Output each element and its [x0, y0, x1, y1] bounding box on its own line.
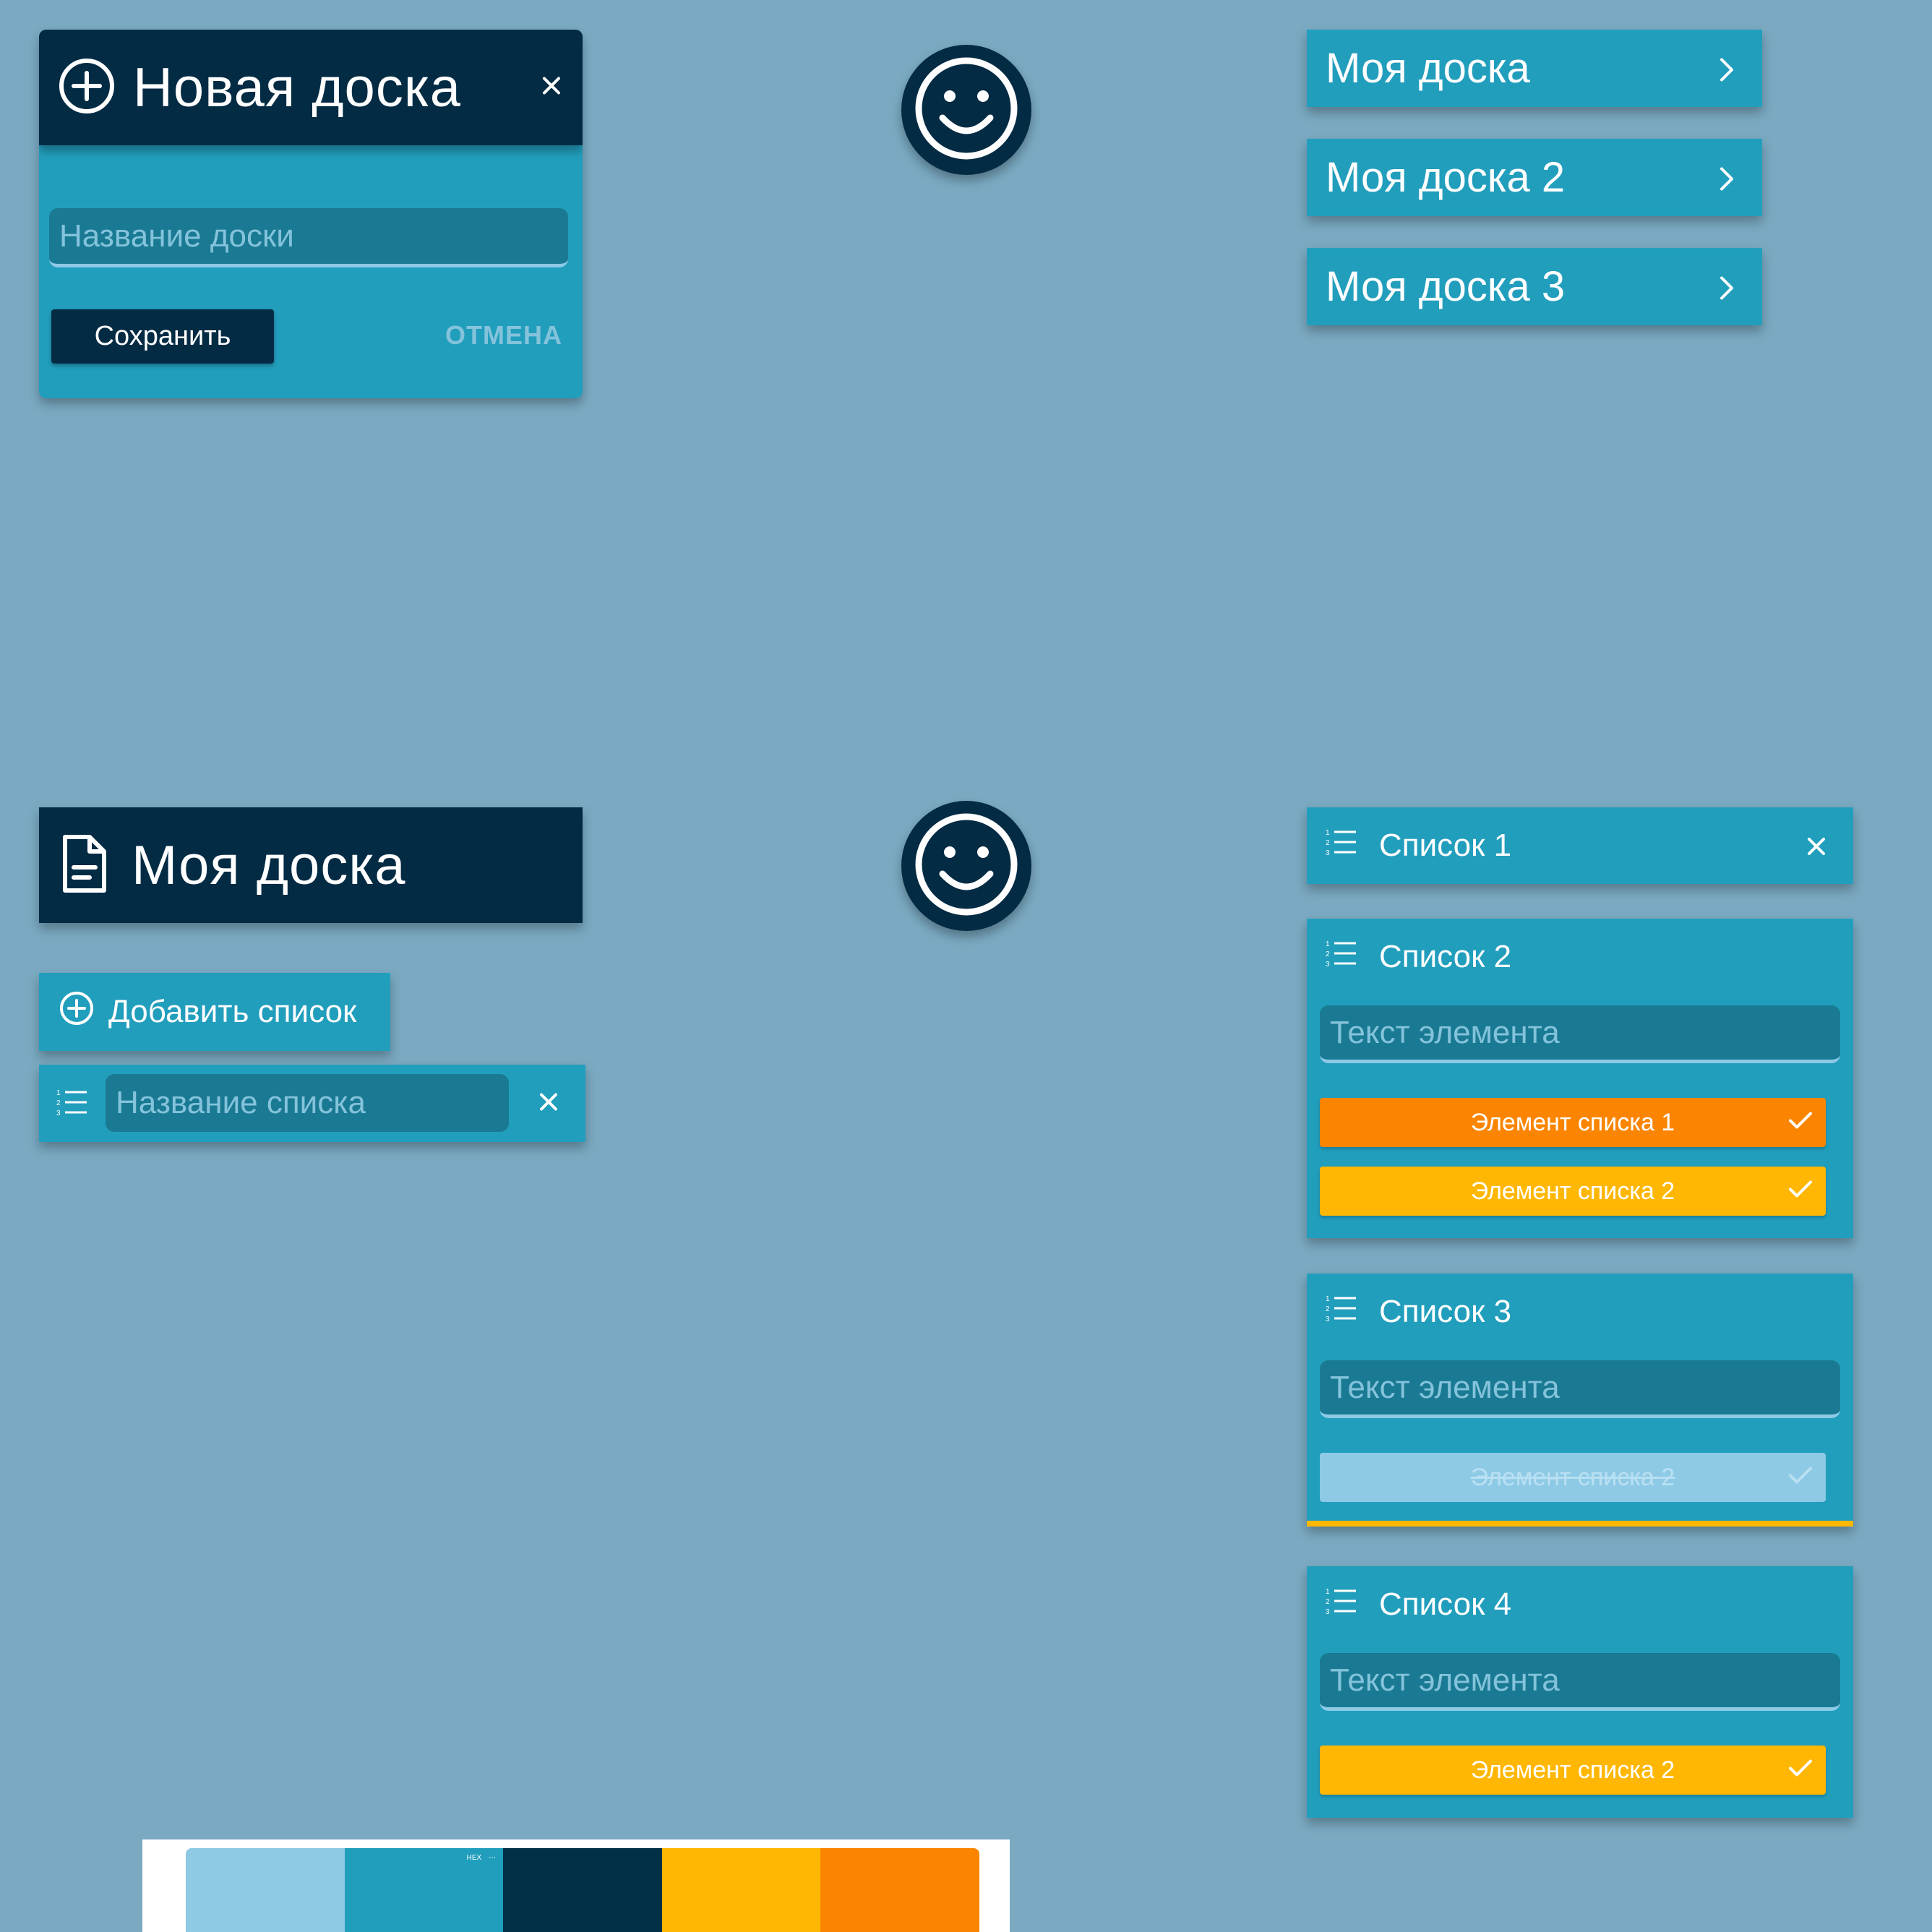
new-list-row: 1 2 3 Название списка [39, 1065, 585, 1142]
svg-text:3: 3 [1326, 849, 1330, 856]
svg-text:1: 1 [1326, 829, 1330, 837]
palette-swatch[interactable] [186, 1848, 345, 1932]
svg-text:2: 2 [1326, 839, 1330, 847]
check-icon[interactable] [1788, 1464, 1813, 1492]
svg-text:3: 3 [1326, 1608, 1330, 1615]
plus-circle-icon [59, 991, 94, 1034]
save-button[interactable]: Сохранить [51, 309, 274, 364]
chevron-right-icon [1719, 262, 1735, 311]
chevron-right-icon [1719, 44, 1735, 93]
list-item[interactable]: Элемент списка 2 [1320, 1167, 1826, 1216]
plus-circle-icon [58, 57, 116, 119]
list-item-text: Элемент списка 1 [1470, 1108, 1675, 1136]
list-item-text: Элемент списка 2 [1470, 1177, 1675, 1205]
list-card: 1 2 3 Список 4 Текст элемента Элемент спис… [1307, 1566, 1853, 1818]
item-text-input[interactable]: Текст элемента [1320, 1005, 1840, 1063]
new-board-dialog: Новая доска Название доски Сохранить ОТМ… [39, 30, 583, 398]
numbered-list-icon: 1 2 3 [1326, 1294, 1357, 1331]
board-list-item-label: Моя доска 2 [1326, 154, 1566, 201]
palette-swatches: HEX ⋯ [186, 1848, 979, 1932]
list-item-text: Элемент списка 2 [1470, 1756, 1675, 1784]
board-list-item[interactable]: Моя доска 3 [1307, 248, 1762, 325]
board-list-item[interactable]: Моя доска [1307, 30, 1762, 107]
board-name-input[interactable]: Название доски [49, 208, 568, 267]
list-card: 1 2 3 Список 1 [1307, 807, 1853, 884]
list-item-text: Элемент списка 2 [1470, 1463, 1675, 1491]
palette-swatch[interactable] [820, 1848, 979, 1932]
numbered-list-icon: 1 2 3 [1326, 1587, 1357, 1623]
svg-text:1: 1 [56, 1089, 61, 1097]
add-list-button[interactable]: Добавить список [39, 973, 390, 1051]
check-icon[interactable] [1788, 1756, 1813, 1785]
document-icon [61, 834, 108, 897]
list-title: Список 2 [1379, 939, 1512, 974]
board-header: Моя доска [39, 807, 583, 923]
list-title: Список 1 [1379, 828, 1512, 863]
smiley-icon [912, 54, 1021, 166]
list-item[interactable]: Элемент списка 1 [1320, 1098, 1826, 1147]
svg-text:1: 1 [1326, 1295, 1330, 1303]
check-icon[interactable] [1788, 1177, 1813, 1206]
svg-text:3: 3 [1326, 961, 1330, 968]
close-icon[interactable] [539, 1092, 558, 1115]
list-title: Список 4 [1379, 1587, 1512, 1622]
svg-text:2: 2 [1326, 1305, 1330, 1313]
smiley-icon [912, 810, 1021, 922]
chevron-right-icon [1719, 153, 1735, 202]
avatar[interactable] [901, 801, 1031, 931]
new-board-dialog-title: Новая доска [133, 56, 462, 119]
check-icon[interactable] [1788, 1109, 1813, 1137]
new-board-dialog-header: Новая доска [39, 30, 583, 145]
board-list-item[interactable]: Моя доска 2 [1307, 139, 1762, 216]
list-header[interactable]: 1 2 3 Список 1 [1307, 807, 1853, 884]
numbered-list-icon: 1 2 3 [1326, 939, 1357, 976]
svg-text:2: 2 [1326, 1598, 1330, 1606]
list-card: 1 2 3 Список 2 Текст элемента Элемент спис… [1307, 919, 1853, 1238]
cancel-button[interactable]: ОТМЕНА [445, 320, 562, 351]
svg-text:2: 2 [56, 1099, 61, 1107]
list-header[interactable]: 1 2 3 Список 2 [1307, 919, 1853, 995]
numbered-list-icon: 1 2 3 [1326, 828, 1357, 864]
svg-text:2: 2 [1326, 950, 1330, 958]
color-palette: HEX ⋯ [142, 1839, 1010, 1932]
svg-text:3: 3 [1326, 1315, 1330, 1323]
list-name-input[interactable]: Название списка [106, 1074, 509, 1132]
item-text-input[interactable]: Текст элемента [1320, 1360, 1840, 1418]
svg-text:1: 1 [1326, 940, 1330, 948]
board-list-item-label: Моя доска [1326, 45, 1530, 92]
list-item-done[interactable]: Элемент списка 2 [1320, 1453, 1826, 1502]
board-title: Моя доска [132, 834, 406, 896]
close-icon[interactable] [1807, 828, 1826, 864]
palette-swatch[interactable]: HEX ⋯ [344, 1848, 504, 1932]
list-card: 1 2 3 Список 3 Текст элемента Элемент спис… [1307, 1274, 1853, 1527]
list-header[interactable]: 1 2 3 Список 3 [1307, 1274, 1853, 1350]
list-header[interactable]: 1 2 3 Список 4 [1307, 1566, 1853, 1643]
close-icon[interactable] [542, 77, 561, 99]
board-list-item-label: Моя доска 3 [1326, 263, 1566, 310]
swatch-tools[interactable]: HEX ⋯ [467, 1854, 497, 1862]
more-icon[interactable]: ⋯ [489, 1854, 496, 1862]
palette-swatch[interactable] [661, 1848, 821, 1932]
add-list-label: Добавить список [108, 994, 357, 1029]
item-text-input[interactable]: Текст элемента [1320, 1653, 1840, 1711]
hex-format-label[interactable]: HEX [467, 1854, 482, 1862]
palette-swatch[interactable] [503, 1848, 662, 1932]
svg-text:3: 3 [56, 1109, 61, 1117]
list-item[interactable]: Элемент списка 2 [1320, 1746, 1826, 1795]
list-title: Список 3 [1379, 1294, 1512, 1329]
numbered-list-icon: 1 2 3 [56, 1088, 88, 1120]
avatar[interactable] [901, 45, 1031, 175]
svg-text:1: 1 [1326, 1588, 1330, 1596]
